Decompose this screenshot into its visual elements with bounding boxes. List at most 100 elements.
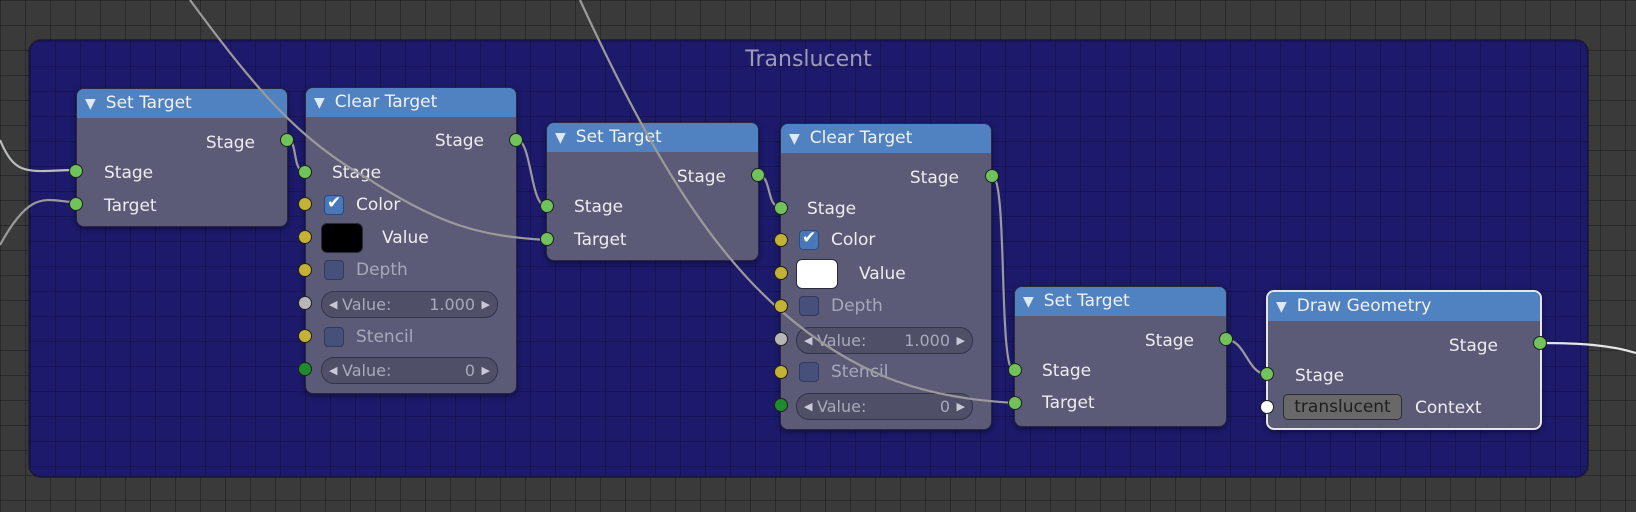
input-stage-label: Stage	[1042, 361, 1092, 381]
value-label: Value	[859, 264, 906, 284]
socket-ct2-in-value[interactable]	[774, 266, 788, 280]
output-stage-label: Stage	[205, 133, 255, 153]
collapse-triangle-icon[interactable]: ▼	[1276, 299, 1287, 315]
node-title: Clear Target	[809, 128, 913, 148]
depth-value-field[interactable]: ◀ Value: 1.000 ▶	[321, 291, 498, 318]
node-draw-geometry[interactable]: ▼ Draw Geometry Stage Stage translucent C…	[1266, 290, 1542, 430]
field-label: Value:	[342, 361, 392, 380]
depth-value-field[interactable]: ◀ Value: 1.000 ▶	[796, 327, 973, 354]
context-field[interactable]: translucent	[1283, 394, 1402, 420]
decrement-arrow-icon[interactable]: ◀	[804, 328, 812, 353]
node-title: Draw Geometry	[1296, 296, 1432, 316]
socket-st2-in-stage[interactable]	[540, 199, 554, 213]
input-stage-label: Stage	[807, 199, 857, 219]
socket-ct1-in-value[interactable]	[298, 230, 312, 244]
node-header[interactable]: ▼ Set Target	[77, 89, 287, 118]
socket-st3-out-stage[interactable]	[1219, 332, 1233, 346]
socket-st2-out-stage[interactable]	[751, 168, 765, 182]
node-header[interactable]: ▼ Draw Geometry	[1268, 292, 1540, 321]
socket-draw-out-stage[interactable]	[1533, 336, 1547, 350]
frame-title: Translucent	[745, 47, 872, 72]
output-stage-label: Stage	[1144, 331, 1194, 351]
increment-arrow-icon[interactable]: ▶	[482, 358, 490, 383]
collapse-triangle-icon[interactable]: ▼	[555, 130, 566, 146]
color-checkbox[interactable]: ✔	[324, 193, 344, 215]
stencil-value-field[interactable]: ◀ Value: 0 ▶	[796, 393, 973, 420]
decrement-arrow-icon[interactable]: ◀	[329, 358, 337, 383]
checkmark-icon: ✔	[327, 193, 342, 213]
increment-arrow-icon[interactable]: ▶	[957, 394, 965, 419]
socket-ct2-out-stage[interactable]	[985, 169, 999, 183]
color-label: Color	[356, 195, 401, 215]
input-target-label: Target	[1042, 393, 1095, 413]
socket-ct2-in-stencil[interactable]	[774, 365, 788, 379]
socket-ct1-in-color[interactable]	[298, 197, 312, 211]
socket-ct1-out-stage[interactable]	[509, 133, 523, 147]
field-value: 1.000	[904, 331, 950, 350]
input-target-label: Target	[574, 230, 627, 250]
node-set-target-3[interactable]: ▼ Set Target Stage Stage Target	[1014, 286, 1227, 427]
socket-ct2-in-depth[interactable]	[774, 299, 788, 313]
input-stage-label: Stage	[574, 197, 624, 217]
socket-ct2-in-stencil-value[interactable]	[774, 398, 788, 412]
node-set-target-2[interactable]: ▼ Set Target Stage Stage Target	[546, 122, 759, 261]
socket-st1-in-stage[interactable]	[69, 164, 83, 178]
socket-st1-out-stage[interactable]	[280, 133, 294, 147]
stencil-checkbox[interactable]	[799, 362, 819, 382]
socket-ct1-in-stencil[interactable]	[298, 329, 312, 343]
collapse-triangle-icon[interactable]: ▼	[85, 96, 96, 112]
node-header[interactable]: ▼ Set Target	[1015, 287, 1226, 316]
stencil-label: Stencil	[831, 362, 889, 382]
socket-draw-in-context[interactable]	[1260, 400, 1274, 414]
input-stage-label: Stage	[332, 163, 382, 183]
stencil-checkbox[interactable]	[324, 327, 344, 347]
depth-checkbox[interactable]	[799, 296, 819, 316]
socket-ct1-in-depth-value[interactable]	[298, 296, 312, 310]
node-header[interactable]: ▼ Set Target	[547, 123, 758, 152]
socket-st2-in-target[interactable]	[540, 232, 554, 246]
node-header[interactable]: ▼ Clear Target	[306, 88, 516, 117]
increment-arrow-icon[interactable]: ▶	[482, 292, 490, 317]
node-clear-target-1[interactable]: ▼ Clear Target Stage Stage ✔ Color Value …	[305, 87, 517, 394]
socket-st3-in-target[interactable]	[1008, 396, 1022, 410]
checkmark-icon: ✔	[802, 228, 817, 248]
color-swatch[interactable]	[321, 223, 363, 253]
collapse-triangle-icon[interactable]: ▼	[314, 95, 325, 111]
socket-ct1-in-depth[interactable]	[298, 263, 312, 277]
node-clear-target-2[interactable]: ▼ Clear Target Stage Stage ✔ Color Value …	[780, 123, 992, 430]
socket-ct2-in-depth-value[interactable]	[774, 332, 788, 346]
socket-draw-in-stage[interactable]	[1260, 367, 1274, 381]
output-stage-label: Stage	[434, 131, 484, 151]
output-stage-label: Stage	[909, 168, 959, 188]
depth-label: Depth	[831, 296, 883, 316]
stencil-value-field[interactable]: ◀ Value: 0 ▶	[321, 357, 498, 384]
increment-arrow-icon[interactable]: ▶	[957, 328, 965, 353]
socket-st1-in-target[interactable]	[69, 197, 83, 211]
output-stage-label: Stage	[676, 167, 726, 187]
decrement-arrow-icon[interactable]: ◀	[804, 394, 812, 419]
value-label: Value	[382, 228, 429, 248]
node-title: Clear Target	[334, 92, 438, 112]
socket-ct2-in-color[interactable]	[774, 233, 788, 247]
field-value: 1.000	[429, 295, 475, 314]
collapse-triangle-icon[interactable]: ▼	[789, 131, 800, 147]
color-swatch[interactable]	[796, 259, 838, 289]
node-title: Set Target	[575, 127, 662, 147]
stencil-label: Stencil	[356, 327, 414, 347]
context-label: Context	[1415, 398, 1482, 418]
color-checkbox[interactable]: ✔	[799, 228, 819, 250]
socket-ct1-in-stage[interactable]	[298, 165, 312, 179]
node-title: Set Target	[105, 93, 192, 113]
collapse-triangle-icon[interactable]: ▼	[1023, 294, 1034, 310]
output-stage-label: Stage	[1448, 336, 1498, 356]
socket-ct2-in-stage[interactable]	[774, 201, 788, 215]
decrement-arrow-icon[interactable]: ◀	[329, 292, 337, 317]
input-stage-label: Stage	[104, 163, 154, 183]
socket-st3-in-stage[interactable]	[1008, 363, 1022, 377]
socket-ct1-in-stencil-value[interactable]	[298, 362, 312, 376]
node-set-target-1[interactable]: ▼ Set Target Stage Stage Target	[76, 88, 288, 227]
field-value: 0	[464, 361, 475, 380]
node-header[interactable]: ▼ Clear Target	[781, 124, 991, 153]
depth-checkbox[interactable]	[324, 260, 344, 280]
field-value: 0	[939, 397, 950, 416]
